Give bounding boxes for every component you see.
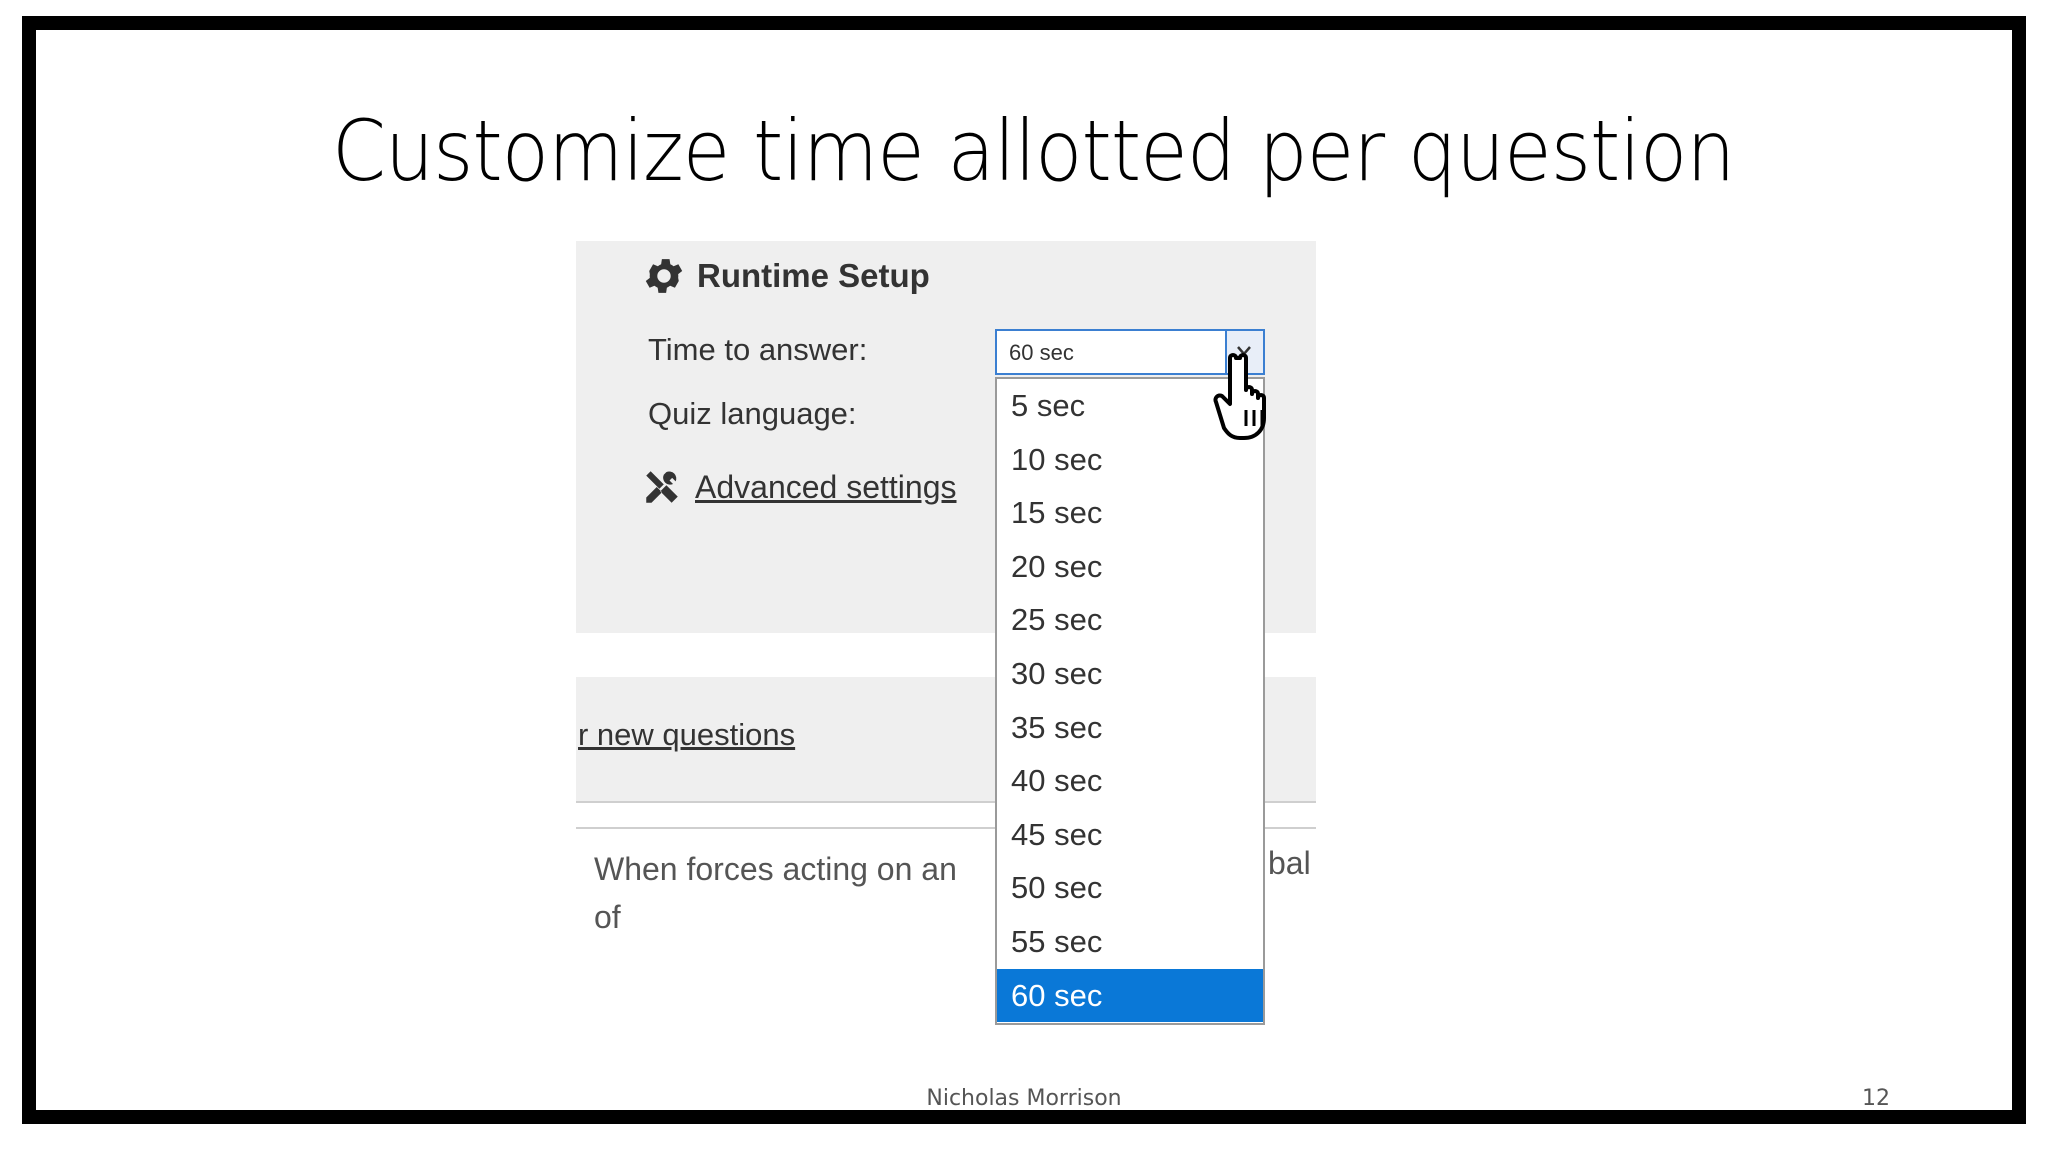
select-value: 60 sec xyxy=(1009,340,1074,365)
dropdown-option[interactable]: 40 sec xyxy=(997,754,1263,808)
hand-pointer-icon xyxy=(1213,353,1266,440)
dropdown-option[interactable]: 30 sec xyxy=(997,647,1263,701)
advanced-settings-link[interactable]: Advanced settings xyxy=(695,469,957,506)
question-text-tail: bal xyxy=(1268,845,1311,881)
dropdown-option[interactable]: 35 sec xyxy=(997,701,1263,755)
dropdown-option[interactable]: 20 sec xyxy=(997,540,1263,594)
gear-icon xyxy=(645,259,683,293)
dropdown-option[interactable]: 45 sec xyxy=(997,808,1263,862)
dropdown-option[interactable]: 25 sec xyxy=(997,593,1263,647)
page-number: 12 xyxy=(1862,1086,1890,1111)
time-to-answer-label: Time to answer: xyxy=(648,332,868,367)
dropdown-option-selected[interactable]: 60 sec xyxy=(997,968,1263,1023)
panel-title: Runtime Setup xyxy=(697,257,930,294)
quiz-language-label: Quiz language: xyxy=(648,396,857,431)
dropdown-option[interactable]: 55 sec xyxy=(997,915,1263,969)
advanced-settings-row[interactable]: Advanced settings xyxy=(641,466,957,508)
time-dropdown-list[interactable]: 5 sec 10 sec 15 sec 20 sec 25 sec 30 sec… xyxy=(995,377,1265,1025)
new-questions-link[interactable]: r new questions xyxy=(578,717,795,753)
tools-icon xyxy=(646,471,678,503)
slide-title: Customize time allotted per question xyxy=(331,102,1735,200)
runtime-setup-header: Runtime Setup xyxy=(641,250,930,302)
dropdown-option[interactable]: 50 sec xyxy=(997,861,1263,915)
dropdown-option[interactable]: 15 sec xyxy=(997,486,1263,540)
footer-author: Nicholas Morrison xyxy=(926,1086,1122,1111)
